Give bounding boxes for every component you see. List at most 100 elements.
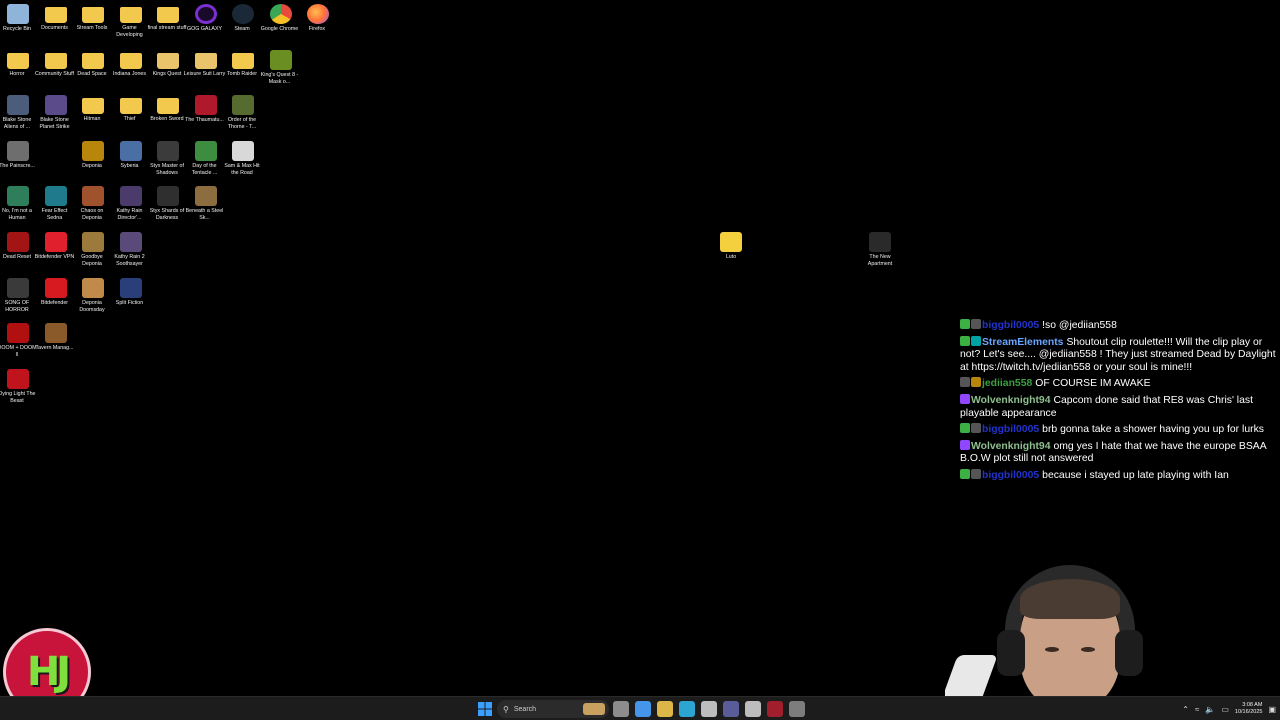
desktop-icon-beneath-a-steel-sk[interactable]: Beneath a Steel Sk...: [185, 186, 225, 222]
chat-username: jediian558: [982, 378, 1033, 390]
desktop-icon-label: Syberia: [120, 162, 139, 169]
desktop-icon-label: Game Developing: [116, 25, 143, 38]
desktop-icon-the-new-apartment[interactable]: The New Apartment: [860, 232, 900, 268]
chat-message: StreamElements Shoutout clip roulette!!! …: [960, 335, 1280, 375]
file-explorer-icon[interactable]: [657, 701, 673, 717]
desktop-icon-label: King's Quest 8 - Mask o...: [260, 71, 299, 85]
desktop-icon-broken-sword[interactable]: Broken Sword: [149, 95, 187, 123]
notification-bell-icon[interactable]: ▣: [1268, 705, 1276, 714]
desktop-icon-label: Goodbye Deponia: [81, 254, 103, 267]
desktop-icon-doom-doom-ii[interactable]: DOOM + DOOM II: [0, 323, 37, 359]
desktop-icon-label: The Painscre...: [0, 162, 35, 169]
streamer-hair: [1020, 579, 1120, 619]
desktop-icon-song-of-horror[interactable]: SONG OF HORROR: [0, 277, 37, 314]
desktop-icon-split-fiction[interactable]: Split Fiction: [112, 277, 150, 307]
volume-icon[interactable]: 🔈: [1205, 705, 1215, 714]
chevron-up-icon[interactable]: ⌃: [1182, 705, 1189, 714]
chat-username: biggbil0005: [982, 469, 1040, 481]
desktop-icon-tavern-manag[interactable]: Tavern Manag...: [36, 323, 75, 352]
desktop-icon-firefox[interactable]: Firefox: [299, 4, 337, 33]
task-view-icon[interactable]: [613, 701, 629, 717]
desktop-icon-indiana-jones[interactable]: Indiana Jones: [112, 50, 150, 78]
desktop-icon-horror[interactable]: Horror: [0, 50, 37, 78]
desktop-icon-hitman[interactable]: Hitman: [74, 95, 112, 123]
desktop-icon-kathy-rain-director[interactable]: Kathy Rain Director'...: [112, 186, 150, 222]
desktop-icon-syberia[interactable]: Syberia: [112, 140, 150, 170]
desktop-icon-stream-tools[interactable]: Stream Tools: [74, 4, 112, 32]
desktop-icon-label: Deponia Doomsday: [79, 299, 105, 313]
taskbar-clock[interactable]: 3:08 AM 10/16/2025: [1235, 702, 1263, 716]
copilot-icon[interactable]: [635, 701, 651, 717]
desktop-icon-thief[interactable]: Thief: [112, 95, 150, 123]
chat-badge-icon: [960, 468, 970, 479]
desktop-icon-label: Split Fiction: [115, 299, 144, 306]
edge-icon[interactable]: [679, 701, 695, 717]
taskbar-search-box[interactable]: ⚲ Search: [497, 700, 609, 718]
desktop-icon-tomb-raider[interactable]: Tomb Raider: [224, 50, 262, 78]
desktop-icon-label: Dying Light The Beast: [0, 390, 36, 404]
desktop-icon-label: Horror: [9, 70, 25, 77]
desktop-icon-kathy-rain-2-soothsayer[interactable]: Kathy Rain 2 Soothsayer: [112, 232, 150, 268]
desktop-icon-kings-quest[interactable]: Kings Quest: [149, 50, 187, 78]
desktop-icon-steam[interactable]: Steam: [224, 4, 262, 33]
desktop-icon-styx-master-of-shadows[interactable]: Styx Master of Shadows: [149, 140, 187, 177]
game-icon: [82, 140, 104, 161]
store-icon[interactable]: [789, 701, 805, 717]
desktop-icon-blake-stone-aliens-of[interactable]: Blake Stone Aliens of ...: [0, 95, 37, 131]
chat-message: biggbil0005 !so @jediian558: [960, 319, 1280, 333]
desktop-icon-dead-reset[interactable]: Dead Reset: [0, 232, 37, 261]
desktop-icon-day-of-the-tentacle[interactable]: Day of the Tentacle ...: [187, 140, 225, 177]
folder-icon: [119, 52, 142, 69]
desktop-icon-the-painscre[interactable]: The Painscre...: [0, 140, 37, 170]
game-icon: [82, 277, 104, 298]
desktop-icon-no-i-m-not-a-human[interactable]: No, I'm not a Human: [0, 186, 37, 222]
desktop-icon-label: Blake Stone Aliens of ...: [2, 117, 32, 131]
desktop-icon-label: Styx Master of Shadows: [150, 162, 184, 176]
game-icon: [194, 95, 217, 116]
desktop-icon-the-thaumatu[interactable]: The Thaumatu...: [185, 95, 225, 124]
teams-icon[interactable]: [723, 701, 739, 717]
game-icon: [119, 277, 142, 298]
desktop-icon-recycle-bin[interactable]: Recycle Bin: [0, 4, 37, 33]
desktop-icon-blake-stone-planet-strike[interactable]: Blake Stone Planet Strike: [37, 95, 75, 131]
chat-message: Wolvenknight94 omg yes I hate that we hav…: [960, 439, 1280, 466]
desktop-icon-styx-shards-of-darkness[interactable]: Styx Shards of Darkness: [149, 186, 187, 222]
desktop-icon-label: final stream stuff: [147, 25, 187, 31]
desktop-icon-king-s-quest-8-mask-o[interactable]: King's Quest 8 - Mask o...: [260, 49, 300, 86]
desktop-icon-gog-galaxy[interactable]: GOG GALAXY: [187, 4, 225, 33]
desktop-icon-dying-light-the-beast[interactable]: Dying Light The Beast: [0, 368, 37, 405]
chat-badge-icon: [960, 377, 970, 388]
desktop-icon-deponia-doomsday[interactable]: Deponia Doomsday: [74, 277, 112, 314]
desktop-icon-bitdefender[interactable]: Bitdefender: [37, 277, 75, 307]
desktop-icon-chaos-on-deponia[interactable]: Chaos on Deponia: [74, 186, 112, 222]
wifi-icon[interactable]: ≈: [1195, 705, 1199, 714]
desktop-icon-dead-space[interactable]: Dead Space: [74, 50, 112, 78]
lightbulb-app-icon[interactable]: [701, 701, 717, 717]
desktop-icon-sam-max-hit-the-road[interactable]: Sam & Max Hit the Road: [224, 140, 262, 177]
desktop-icon-luto[interactable]: Luto: [714, 232, 748, 261]
desktop-icon-community-stuff[interactable]: Community Stuff: [35, 50, 75, 78]
desktop-icon-deponia[interactable]: Deponia: [74, 140, 112, 170]
desktop-icon-leisure-suit-larry[interactable]: Leisure Suit Larry: [184, 50, 225, 78]
calendar-app-icon[interactable]: [745, 701, 761, 717]
desktop-icon-order-of-the-thorne-t[interactable]: Order of the Thorne - T...: [224, 95, 262, 131]
desktop-icon-documents[interactable]: Documents: [37, 4, 75, 32]
desktop-icon-bitdefender-vpn[interactable]: Bitdefender VPN: [35, 232, 75, 261]
start-button[interactable]: [477, 701, 493, 717]
desktop-icon-final-stream-stuff[interactable]: final stream stuff: [147, 4, 187, 32]
gog-galaxy-icon: [194, 4, 217, 24]
game-icon: [44, 323, 67, 344]
battery-icon[interactable]: ▭: [1221, 705, 1229, 714]
desktop-icon-game-developing[interactable]: Game Developing: [112, 4, 150, 39]
desktop-icon-label: Deponia: [82, 162, 102, 169]
desktop-icon-google-chrome[interactable]: Google Chrome: [261, 4, 300, 33]
obs-icon[interactable]: [767, 701, 783, 717]
chat-badge-icon: [971, 423, 981, 434]
search-placeholder: Search: [513, 705, 537, 713]
desktop-icon-label: Beneath a Steel Sk...: [185, 208, 224, 222]
folder-icon: [232, 52, 254, 69]
desktop-icon-label: Day of the Tentacle ...: [191, 162, 218, 176]
chat-username: StreamElements: [982, 336, 1064, 348]
desktop-icon-goodbye-deponia[interactable]: Goodbye Deponia: [74, 232, 112, 268]
desktop-icon-fear-effect-sedna[interactable]: Fear Effect Sedna: [37, 186, 75, 222]
